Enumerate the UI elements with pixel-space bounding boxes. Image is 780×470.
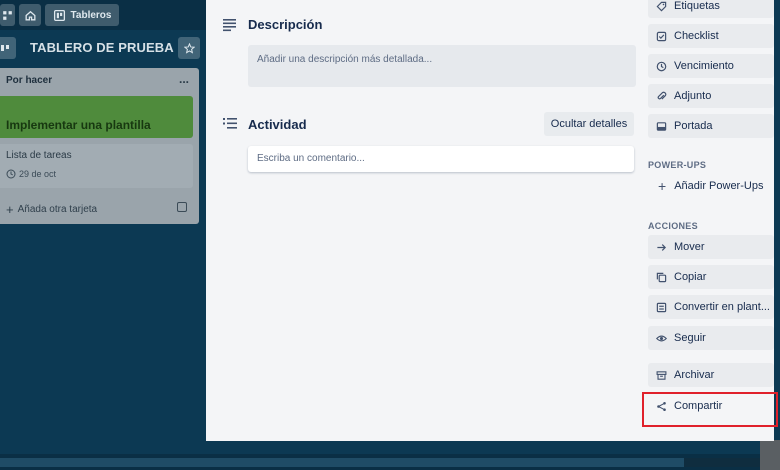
due-date-badge: 29 de oct <box>6 169 56 179</box>
template-icon <box>656 302 667 312</box>
hide-details-button[interactable]: Ocultar detalles <box>544 112 634 136</box>
move-button[interactable]: Mover <box>648 235 774 259</box>
card-detail-modal: Descripción Añadir una descripción más d… <box>206 0 774 441</box>
move-label: Mover <box>674 241 705 253</box>
checklist-icon <box>656 31 667 41</box>
cover-button[interactable]: Portada <box>648 114 774 138</box>
actions-heading: ACCIONES <box>648 221 698 231</box>
share-highlight-box <box>642 392 778 427</box>
description-field[interactable]: Añadir una descripción más detallada... <box>248 45 636 87</box>
arrow-right-icon <box>657 243 667 251</box>
boards-label: Tableros <box>70 9 112 21</box>
card-implementar-plantilla[interactable]: Implementar una plantilla <box>0 96 193 138</box>
due-date-label: Vencimiento <box>674 60 734 72</box>
make-template-button[interactable]: Convertir en plant... <box>648 295 774 319</box>
card-title: Lista de tareas <box>6 150 72 161</box>
star-button[interactable] <box>178 37 200 59</box>
eye-icon <box>656 335 667 341</box>
add-card-label: Añada otra tarjeta <box>17 204 98 215</box>
activity-heading: Actividad <box>248 117 307 132</box>
paperclip-icon <box>657 91 667 99</box>
cover-icon <box>656 121 667 131</box>
cover-label: Portada <box>674 120 713 132</box>
checklist-label: Checklist <box>674 30 719 42</box>
list-menu-button[interactable]: ... <box>179 72 189 86</box>
window-corner <box>760 440 780 470</box>
top-bar: Tableros <box>0 0 206 30</box>
copy-button[interactable]: Copiar <box>648 265 774 289</box>
home-button[interactable] <box>19 4 41 26</box>
add-powerups-button[interactable]: + Añadir Power-Ups <box>658 178 763 194</box>
list-por-hacer: Por hacer ... Implementar una plantilla … <box>0 68 199 224</box>
checklist-button[interactable]: Checklist <box>648 24 774 48</box>
labels-label: Etiquetas <box>674 0 720 12</box>
attachment-button[interactable]: Adjunto <box>648 84 774 108</box>
board-icon <box>53 9 65 21</box>
card-lista-de-tareas[interactable]: Lista de tareas 29 de oct <box>0 144 193 188</box>
star-icon <box>183 42 195 54</box>
grid-icon <box>3 10 12 20</box>
labels-button[interactable]: Etiquetas <box>648 0 774 18</box>
scrollbar-track-end <box>684 458 760 467</box>
board-type-icon <box>1 45 9 51</box>
plus-icon: + <box>658 178 667 194</box>
watch-label: Seguir <box>674 332 706 344</box>
plus-icon: + <box>6 202 14 217</box>
activity-icon <box>223 118 237 129</box>
copy-label: Copiar <box>674 271 707 283</box>
due-date-button[interactable]: Vencimiento <box>648 54 774 78</box>
apps-button[interactable] <box>0 4 15 26</box>
clock-icon <box>656 61 667 71</box>
archive-button[interactable]: Archivar <box>648 363 774 387</box>
board-menu-button[interactable] <box>0 37 16 59</box>
watch-button[interactable]: Seguir <box>648 326 774 350</box>
comment-input[interactable]: Escriba un comentario... <box>248 146 634 172</box>
archive-label: Archivar <box>674 369 715 381</box>
copy-icon <box>656 272 667 282</box>
make-template-label: Convertir en plant... <box>674 301 770 313</box>
clock-icon <box>6 169 16 179</box>
add-card-button[interactable]: + Añada otra tarjeta <box>6 202 97 217</box>
horizontal-scrollbar[interactable] <box>0 458 684 467</box>
comment-placeholder: Escriba un comentario... <box>257 153 365 164</box>
attachment-label: Adjunto <box>674 90 712 102</box>
create-from-template-icon[interactable] <box>177 202 187 212</box>
board-header: TABLERO DE PRUEBA <box>0 33 206 63</box>
add-powerups-label: Añadir Power-Ups <box>674 180 764 192</box>
card-title: Implementar una plantilla <box>6 118 151 132</box>
description-icon <box>223 19 236 32</box>
powerups-heading: POWER-UPS <box>648 160 707 170</box>
description-heading: Descripción <box>248 17 323 32</box>
boards-button[interactable]: Tableros <box>45 4 119 26</box>
due-date-text: 29 de oct <box>19 169 57 179</box>
home-icon <box>25 10 35 20</box>
list-title[interactable]: Por hacer <box>6 75 52 86</box>
tag-icon <box>656 1 667 11</box>
board-title[interactable]: TABLERO DE PRUEBA <box>30 40 174 55</box>
archive-icon <box>656 370 667 380</box>
description-placeholder: Añadir una descripción más detallada... <box>257 54 433 65</box>
